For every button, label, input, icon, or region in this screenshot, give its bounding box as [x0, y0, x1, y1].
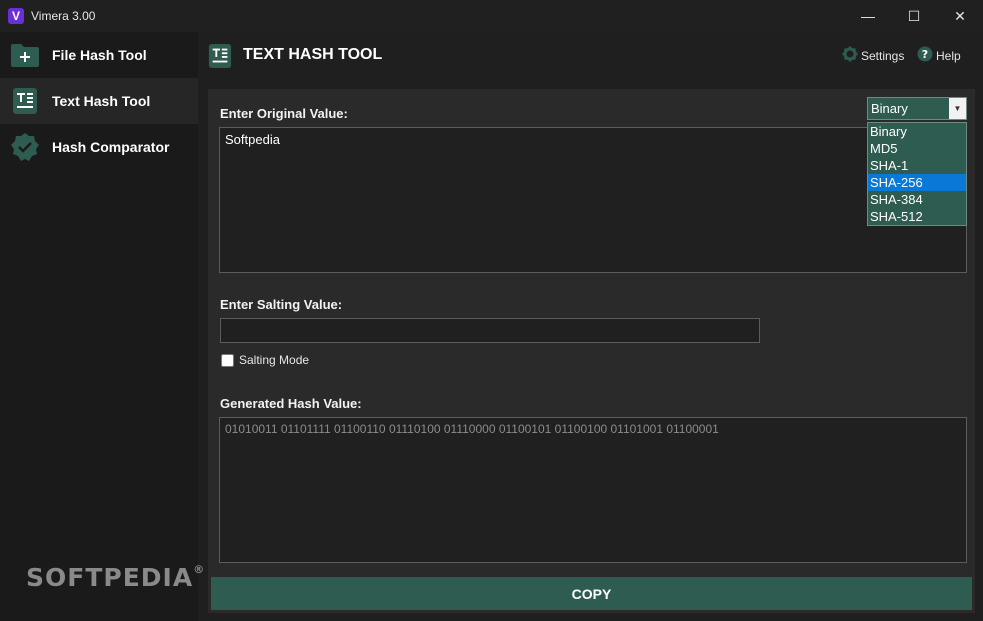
- verified-badge-icon: [10, 132, 40, 162]
- salting-value-input[interactable]: [220, 318, 760, 343]
- help-icon: ?: [917, 46, 933, 65]
- help-label: Help: [936, 48, 961, 63]
- salting-mode-label: Salting Mode: [239, 353, 310, 367]
- text-document-icon: [208, 42, 234, 70]
- settings-button[interactable]: Settings: [842, 46, 904, 65]
- algorithm-select[interactable]: Binary ▼: [867, 97, 967, 120]
- minimize-button[interactable]: —: [845, 0, 891, 32]
- algorithm-options-list: Binary MD5 SHA-1 SHA-256 SHA-384 SHA-512: [867, 122, 967, 226]
- copy-button[interactable]: COPY: [211, 577, 972, 610]
- folder-plus-icon: [10, 40, 40, 70]
- page-header: TEXT HASH TOOL Settings ? Help: [198, 32, 983, 78]
- chevron-down-icon[interactable]: ▼: [949, 98, 966, 119]
- app-logo-icon: V: [8, 8, 24, 24]
- algorithm-option-sha384[interactable]: SHA-384: [868, 191, 966, 208]
- softpedia-watermark: SOFTPEDIA®: [26, 563, 205, 592]
- algorithm-option-sha1[interactable]: SHA-1: [868, 157, 966, 174]
- sidebar-item-label: Hash Comparator: [52, 139, 170, 155]
- sidebar: File Hash Tool Text Hash Tool Hash Compa…: [0, 32, 198, 621]
- sidebar-item-file-hash-tool[interactable]: File Hash Tool: [0, 32, 198, 78]
- algorithm-option-sha256[interactable]: SHA-256: [868, 174, 966, 191]
- maximize-button[interactable]: ☐: [891, 0, 937, 32]
- algorithm-selected-value: Binary: [871, 101, 908, 116]
- salting-value-label: Enter Salting Value:: [220, 297, 343, 312]
- page-title: TEXT HASH TOOL: [243, 46, 383, 63]
- original-value-input[interactable]: Softpedia: [219, 127, 967, 273]
- algorithm-option-sha512[interactable]: SHA-512: [868, 208, 966, 225]
- algorithm-option-binary[interactable]: Binary: [868, 123, 966, 140]
- help-button[interactable]: ? Help: [917, 46, 961, 65]
- gear-icon: [842, 46, 858, 65]
- title-bar: V Vimera 3.00 — ☐ ✕: [0, 0, 983, 32]
- svg-text:?: ?: [922, 48, 928, 61]
- generated-hash-output[interactable]: 01010011 01101111 01100110 01110100 0111…: [219, 417, 967, 563]
- sidebar-item-label: Text Hash Tool: [52, 93, 151, 109]
- settings-label: Settings: [861, 48, 905, 63]
- sidebar-item-label: File Hash Tool: [52, 47, 147, 63]
- registered-mark: ®: [193, 563, 206, 576]
- text-document-icon: [10, 86, 40, 116]
- sidebar-item-hash-comparator[interactable]: Hash Comparator: [0, 124, 198, 170]
- sidebar-item-text-hash-tool[interactable]: Text Hash Tool: [0, 78, 198, 124]
- text-hash-panel: Enter Original Value: Softpedia Enter Sa…: [208, 89, 975, 613]
- watermark-text: SOFTPEDIA: [26, 563, 194, 592]
- window-title: Vimera 3.00: [31, 9, 96, 23]
- generated-hash-label: Generated Hash Value:: [220, 396, 362, 411]
- window-controls: — ☐ ✕: [845, 0, 983, 32]
- original-value-label: Enter Original Value:: [220, 106, 348, 121]
- algorithm-option-md5[interactable]: MD5: [868, 140, 966, 157]
- close-button[interactable]: ✕: [937, 0, 983, 32]
- salting-mode-checkbox[interactable]: [221, 354, 234, 367]
